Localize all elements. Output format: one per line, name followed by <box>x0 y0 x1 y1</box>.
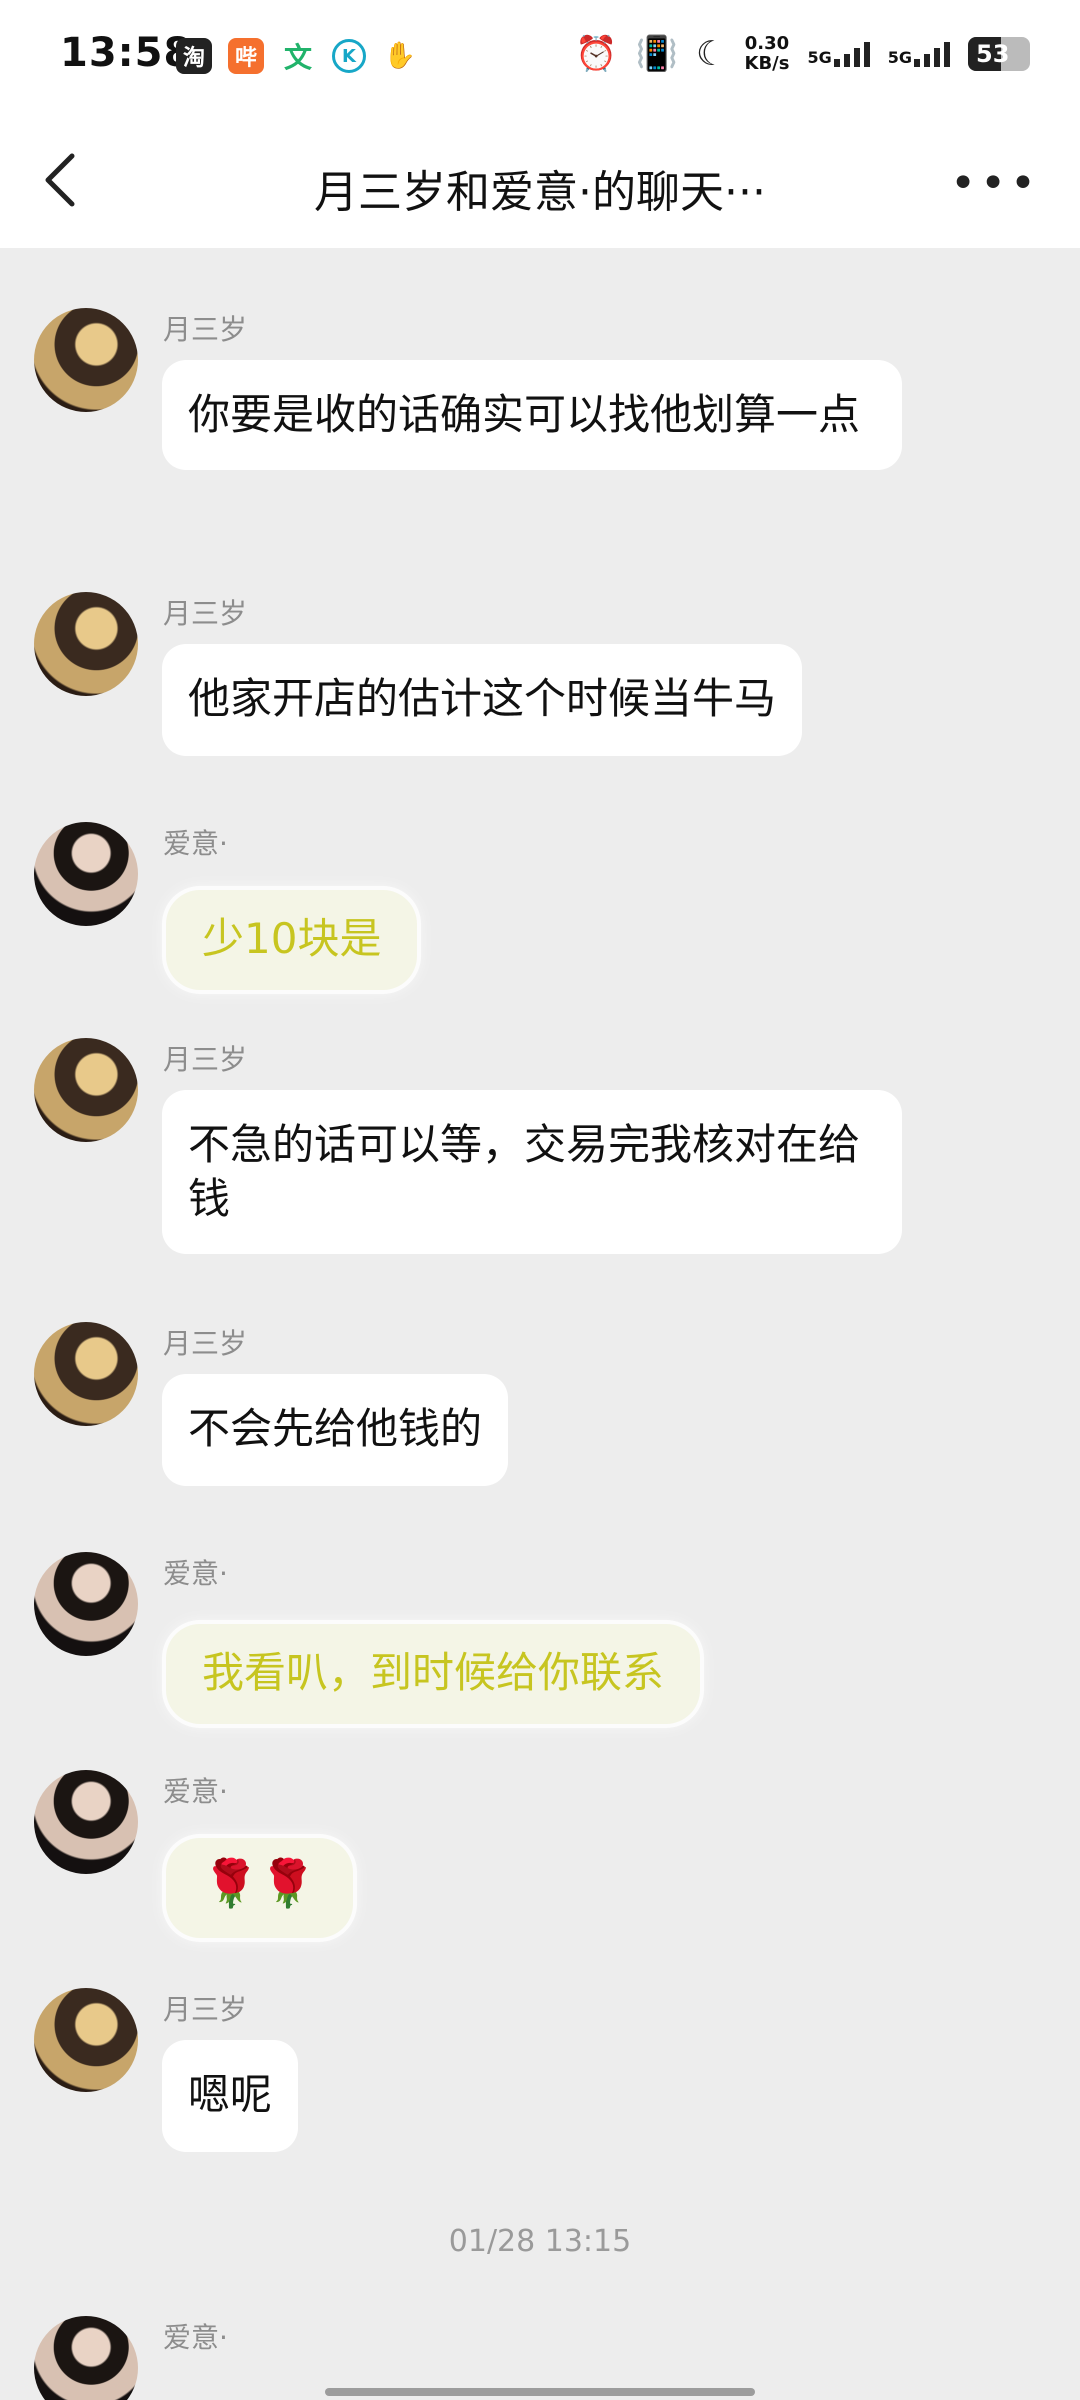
message-bubble[interactable]: 少10块是 <box>166 890 418 990</box>
wen-icon: 文 <box>280 38 316 74</box>
app-icon-orange: 哔 <box>228 38 264 74</box>
message-bubble[interactable]: 我看叭，到时候给你联系 <box>166 1624 701 1724</box>
signal-2-label: 5G <box>887 48 912 67</box>
more-dots-icon: ••• <box>950 158 1040 209</box>
system-icons: ⏰ 📳 ☾ 0.30 KB/s 5G 5G 53 <box>575 34 1030 74</box>
sender-name: 爱意· <box>163 827 228 860</box>
k-icon: K <box>332 39 366 73</box>
chat-header: 月三岁和爱意·的聊天··· ••• <box>0 112 1080 248</box>
signal-2: 5G <box>888 41 950 67</box>
moon-icon: ☾ <box>696 34 727 74</box>
message-bubble[interactable]: 嗯呢 <box>162 2040 299 2152</box>
more-options-button[interactable]: ••• <box>950 158 1040 209</box>
chat-title: 月三岁和爱意·的聊天··· <box>314 167 766 218</box>
hand-icon: ✋ <box>382 38 418 74</box>
message-list[interactable]: 月三岁 你要是收的话确实可以找他划算一点 月三岁 他家开店的估计这个时候当牛马 … <box>0 248 1080 2400</box>
vibrate-icon: 📳 <box>635 34 679 74</box>
battery-level: 53 <box>976 40 1010 68</box>
sender-name: 爱意· <box>163 2321 228 2354</box>
signal-1: 5G <box>807 41 870 67</box>
avatar[interactable] <box>34 822 138 926</box>
net-speed-value: 0.30 <box>744 33 790 54</box>
avatar[interactable] <box>34 308 138 412</box>
sender-name: 爱意· <box>163 1775 228 1808</box>
status-time: 13:58 <box>60 30 193 76</box>
avatar[interactable] <box>34 592 138 696</box>
avatar[interactable] <box>34 1552 138 1656</box>
alarm-icon: ⏰ <box>575 34 618 74</box>
signal-bars-icon <box>833 41 870 67</box>
message-bubble[interactable]: 你要是收的话确实可以找他划算一点 <box>162 360 902 470</box>
avatar[interactable] <box>34 1770 138 1874</box>
signal-1-label: 5G <box>807 48 832 67</box>
sender-name: 月三岁 <box>163 1327 248 1360</box>
avatar[interactable] <box>34 1038 138 1142</box>
sender-name: 月三岁 <box>163 1993 248 2026</box>
avatar[interactable] <box>34 2316 138 2400</box>
sender-name: 爱意· <box>163 1557 228 1590</box>
net-speed: 0.30 KB/s <box>745 34 790 74</box>
avatar[interactable] <box>34 1322 138 1426</box>
taobao-icon: 淘 <box>176 38 212 74</box>
home-indicator[interactable] <box>325 2388 755 2396</box>
sender-name: 月三岁 <box>163 597 248 630</box>
notification-icons: 淘 哔 文 K ✋ <box>176 38 418 74</box>
net-speed-unit: KB/s <box>744 53 790 74</box>
signal-bars-icon <box>914 41 950 67</box>
message-bubble[interactable]: 他家开店的估计这个时候当牛马 <box>162 644 803 756</box>
avatar[interactable] <box>34 1988 138 2092</box>
battery-icon: 53 <box>968 37 1030 71</box>
sender-name: 月三岁 <box>163 1043 248 1076</box>
message-bubble[interactable]: 不会先给他钱的 <box>162 1374 509 1486</box>
sender-name: 月三岁 <box>163 313 248 346</box>
message-bubble[interactable]: 不急的话可以等，交易完我核对在给钱 <box>162 1090 902 1254</box>
chat-timestamp: 01/28 13:15 <box>448 2224 632 2259</box>
message-bubble[interactable]: 🌹🌹 <box>166 1838 353 1938</box>
status-bar: 13:58 淘 哔 文 K ✋ ⏰ 📳 ☾ 0.30 KB/s 5G 5G 53 <box>0 0 1080 112</box>
